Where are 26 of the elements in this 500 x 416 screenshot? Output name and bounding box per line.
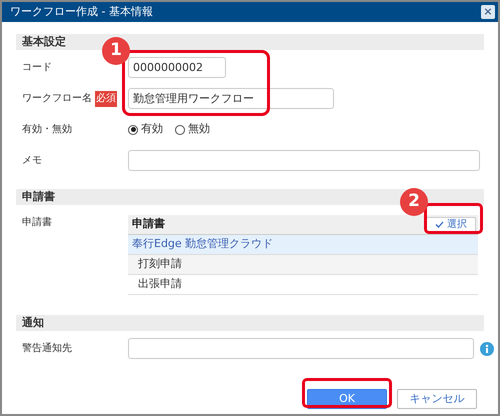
check-icon <box>435 221 444 228</box>
list-row[interactable]: 出張申請 <box>128 275 478 295</box>
field-label: 申請書 <box>22 216 52 230</box>
field-label: コード <box>22 61 52 75</box>
field-label: メモ <box>22 154 42 168</box>
text-field[interactable]: 勤怠管理用ワークフロー <box>128 88 334 109</box>
field-label: ワークフロー名 <box>22 92 92 106</box>
required-badge: 必須 <box>95 90 117 106</box>
window-title: ワークフロー作成 - 基本情報 <box>10 4 153 20</box>
cancel-button[interactable]: キャンセル <box>397 389 477 409</box>
section-header: 通知 <box>16 315 484 331</box>
text-field[interactable]: 0000000002 <box>128 57 226 78</box>
radio-button[interactable] <box>128 124 138 134</box>
radio-button[interactable] <box>175 124 185 134</box>
text-field[interactable] <box>128 150 480 171</box>
info-icon[interactable] <box>480 342 494 356</box>
radio-label: 有効 <box>141 121 163 138</box>
group-row[interactable]: 奉行Edge 勤怠管理クラウド <box>128 235 478 255</box>
close-button[interactable]: × <box>481 5 495 19</box>
column-heading: 申請書 <box>132 216 165 232</box>
text-field[interactable] <box>128 338 474 359</box>
radio-label: 無効 <box>188 121 210 138</box>
select-button[interactable]: 選択 <box>426 216 476 232</box>
list-row[interactable]: 打刻申請 <box>128 255 478 275</box>
field-label: 有効・無効 <box>22 122 72 137</box>
field-label: 警告通知先 <box>22 342 72 356</box>
